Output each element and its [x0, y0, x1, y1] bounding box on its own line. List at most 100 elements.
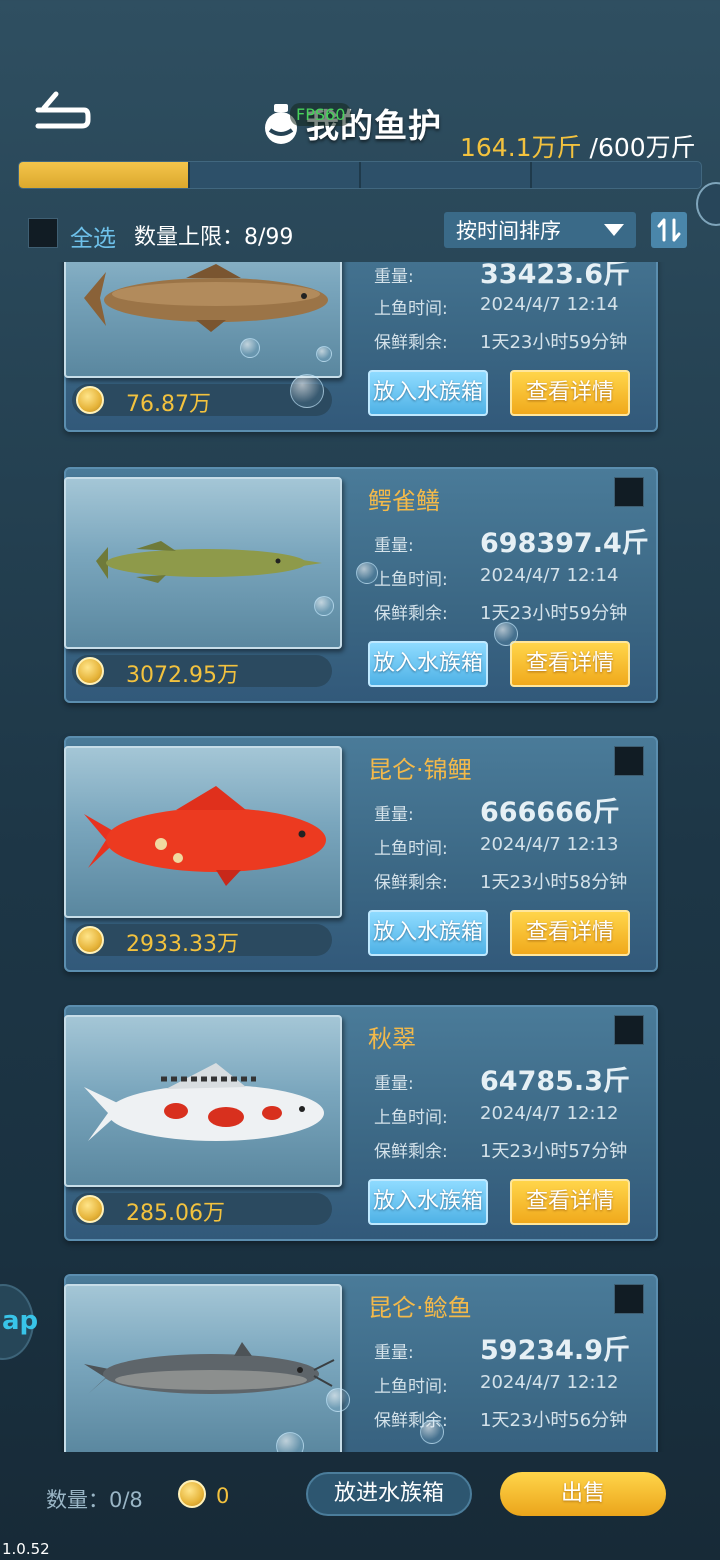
version-label: 1.0.52: [2, 1540, 50, 1558]
fish-card: 3072.95万 鳄雀鳝 重量: 698397.4斤 上鱼时间: 2024/4/…: [64, 467, 658, 703]
catch-time-label: 上鱼时间:: [374, 570, 448, 590]
fish-select-checkbox[interactable]: [614, 477, 644, 507]
view-details-button[interactable]: 查看详情: [510, 641, 630, 687]
fish-name: 昆仑·锦鲤: [368, 756, 472, 784]
white-koi-fish-icon: [84, 1063, 324, 1141]
sort-dropdown[interactable]: 按时间排序: [444, 212, 636, 248]
select-all-checkbox[interactable]: [28, 218, 58, 248]
bubble-decoration: [494, 622, 518, 646]
bubble-decoration: [290, 374, 324, 408]
fresh-remaining: 1天23小时56分钟: [480, 1410, 628, 1431]
gar-fish-icon: [96, 541, 322, 583]
fresh-remaining: 1天23小时57分钟: [480, 1141, 628, 1162]
fish-select-checkbox[interactable]: [614, 1284, 644, 1314]
coin-icon: [76, 657, 104, 685]
bubble-decoration: [276, 1432, 304, 1452]
fish-photo: [64, 262, 342, 378]
capacity-display: 164.1万斤 /600万斤: [460, 128, 696, 164]
view-details-button[interactable]: 查看详情: [510, 1179, 630, 1225]
title-bar: 我的鱼护: [262, 98, 442, 148]
quantity-limit: 数量上限：8/99: [134, 225, 294, 250]
fish-price: 285.06万: [126, 1201, 225, 1226]
put-in-aquarium-button[interactable]: 放入水族箱: [368, 910, 488, 956]
fish-weight: 64785.3斤: [480, 1066, 630, 1097]
price-bar: 2933.33万: [72, 924, 332, 957]
bubble-decoration: [420, 1420, 444, 1444]
carp-fish-icon: [84, 264, 328, 332]
select-all-label[interactable]: 全选: [70, 219, 116, 253]
weight-label: 重量:: [374, 267, 414, 287]
fish-weight: 698397.4斤: [480, 528, 649, 559]
bubble-decoration: [314, 596, 334, 616]
fish-weight: 59234.9斤: [480, 1335, 630, 1366]
fish-card: 昆仑·鲶鱼 重量: 59234.9斤 上鱼时间: 2024/4/7 12:12 …: [64, 1274, 658, 1452]
red-koi-fish-icon: [84, 786, 326, 886]
fresh-label: 保鲜剩余:: [374, 873, 448, 893]
capacity-progress-fill: [19, 162, 188, 188]
fish-price: 2933.33万: [126, 932, 239, 957]
capacity-progress-bar: [18, 161, 702, 189]
coin-icon: [76, 386, 104, 414]
fish-photo: [64, 746, 342, 918]
fish-photo: [64, 1284, 342, 1452]
back-button[interactable]: [30, 86, 94, 136]
coin-icon: [76, 1195, 104, 1223]
fish-name: 昆仑·鲶鱼: [368, 1294, 472, 1322]
bubble-decoration: [326, 1388, 350, 1412]
fresh-label: 保鲜剩余:: [374, 333, 448, 353]
put-in-aquarium-button[interactable]: 放入水族箱: [368, 641, 488, 687]
bubble-decoration: [316, 346, 332, 362]
fish-price: 76.87万: [126, 392, 211, 417]
side-app-label: ap: [2, 1306, 39, 1336]
fish-select-checkbox[interactable]: [614, 1015, 644, 1045]
fish-name: 秋翠: [368, 1025, 416, 1053]
price-bar: 285.06万: [72, 1193, 332, 1226]
catfish-icon: [84, 1342, 335, 1394]
catch-time-label: 上鱼时间:: [374, 299, 448, 319]
put-into-aquarium-button[interactable]: 放进水族箱: [306, 1472, 472, 1516]
fish-weight: 33423.6斤: [480, 262, 630, 290]
back-arrow-icon: [35, 91, 91, 129]
selected-count: 数量：0/8: [46, 1488, 143, 1512]
catch-time: 2024/4/7 12:12: [480, 1372, 619, 1393]
sort-order-button[interactable]: [651, 212, 687, 248]
catch-time-label: 上鱼时间:: [374, 1377, 448, 1397]
fish-name: 鳄雀鳝: [368, 487, 440, 515]
fresh-remaining: 1天23小时59分钟: [480, 332, 628, 353]
fish-card: 285.06万 秋翠 重量: 64785.3斤 上鱼时间: 2024/4/7 1…: [64, 1005, 658, 1241]
fresh-remaining: 1天23小时59分钟: [480, 603, 628, 624]
fish-weight: 666666斤: [480, 797, 620, 828]
catch-time-label: 上鱼时间:: [374, 1108, 448, 1128]
fish-card: 2933.33万 昆仑·锦鲤 重量: 666666斤 上鱼时间: 2024/4/…: [64, 736, 658, 972]
fresh-label: 保鲜剩余:: [374, 604, 448, 624]
weight-label: 重量:: [374, 1343, 414, 1363]
bubble-decoration: [240, 338, 260, 358]
caret-down-icon: [604, 224, 624, 236]
view-details-button[interactable]: 查看详情: [510, 370, 630, 416]
put-in-aquarium-button[interactable]: 放入水族箱: [368, 370, 488, 416]
sell-button[interactable]: 出售: [500, 1472, 666, 1516]
catch-time: 2024/4/7 12:13: [480, 834, 619, 855]
fish-list[interactable]: 76.87万 重量: 33423.6斤 上鱼时间: 2024/4/7 12:14…: [0, 262, 720, 1452]
weight-label: 重量:: [374, 805, 414, 825]
coin-icon: [178, 1480, 206, 1508]
bubble-decoration: [356, 562, 378, 584]
fresh-label: 保鲜剩余:: [374, 1142, 448, 1162]
fish-select-checkbox[interactable]: [614, 746, 644, 776]
side-handle[interactable]: [696, 182, 720, 226]
view-details-button[interactable]: 查看详情: [510, 910, 630, 956]
coin-icon: [76, 926, 104, 954]
fish-photo: [64, 477, 342, 649]
capacity-max: /600万斤: [581, 133, 696, 162]
weight-label: 重量:: [374, 1074, 414, 1094]
fps-counter: FPS60: [290, 103, 352, 126]
fish-photo: [64, 1015, 342, 1187]
fish-price: 3072.95万: [126, 663, 239, 688]
price-bar: 3072.95万: [72, 655, 332, 688]
catch-time: 2024/4/7 12:14: [480, 294, 619, 315]
sort-arrows-icon: [657, 218, 681, 242]
catch-time-label: 上鱼时间:: [374, 839, 448, 859]
put-in-aquarium-button[interactable]: 放入水族箱: [368, 1179, 488, 1225]
fish-card: 76.87万 重量: 33423.6斤 上鱼时间: 2024/4/7 12:14…: [64, 262, 658, 432]
weight-label: 重量:: [374, 536, 414, 556]
